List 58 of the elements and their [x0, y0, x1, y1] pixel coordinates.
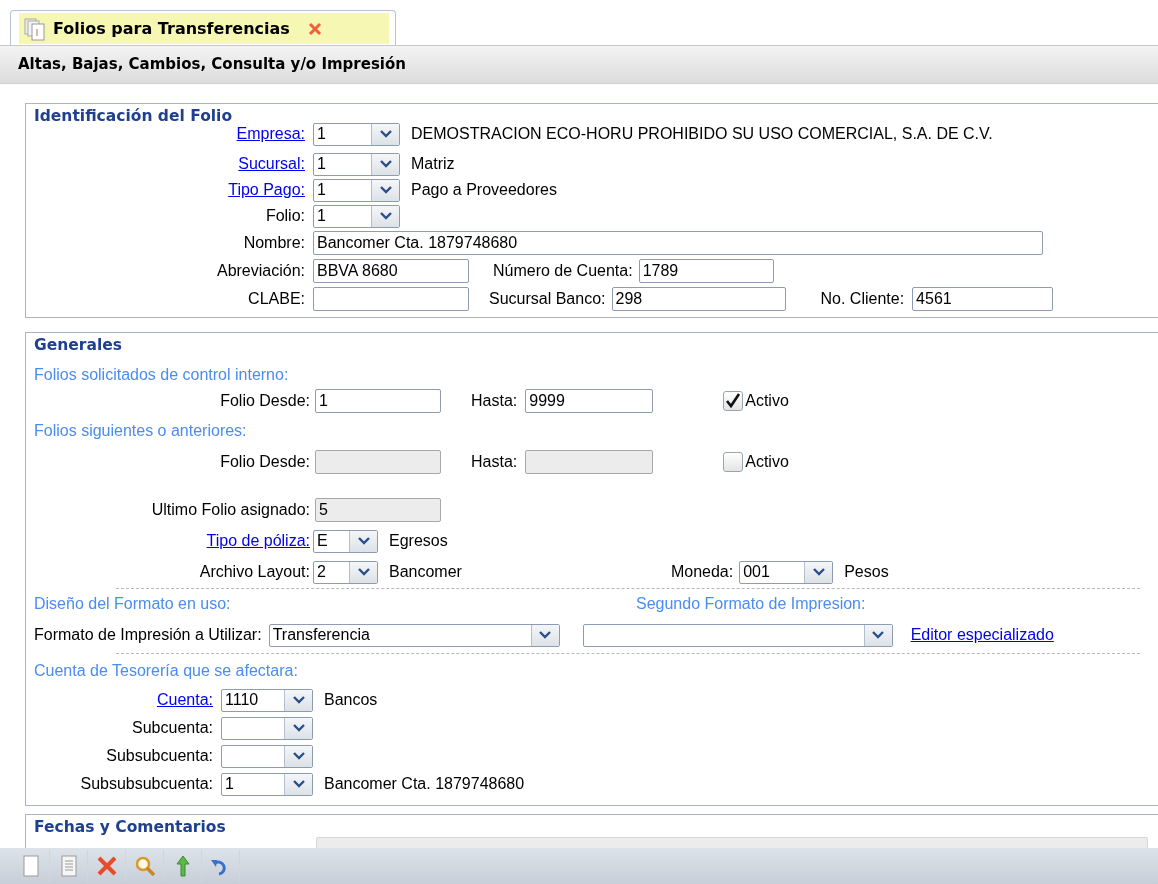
field-value: Matriz [411, 154, 455, 174]
combo-box[interactable]: 1 [221, 772, 313, 796]
field-link[interactable]: Cuenta: [26, 688, 213, 712]
field-value: Egresos [389, 531, 448, 551]
field-link[interactable]: Tipo Pago: [26, 178, 305, 202]
input-field[interactable]: 1 [315, 389, 441, 413]
input-field[interactable]: 298 [611, 287, 786, 311]
field-value: Pago a Proveedores [411, 180, 557, 200]
section-heading: Diseño del Formato en uso: [33, 594, 232, 614]
field-label: Formato de Impresión a Utilizar: [34, 625, 262, 645]
field-label: No. Cliente: [820, 289, 905, 309]
tab-title: Folios para Transferencias [53, 17, 290, 40]
input-field[interactable]: BBVA 8680 [313, 259, 469, 283]
field-link[interactable]: Sucursal: [26, 152, 305, 176]
editor-link[interactable]: Editor especializado [910, 623, 1054, 647]
field-label: Nombre: [242, 233, 305, 253]
field-value: Bancos [324, 690, 378, 710]
field-label: Sucursal Banco: [489, 289, 606, 309]
field-label: Archivo Layout: [198, 562, 310, 582]
input-field[interactable]: 1789 [638, 259, 774, 283]
combo-box[interactable]: 1 [313, 122, 400, 146]
combo-box[interactable]: E [313, 529, 378, 553]
combo-box[interactable]: 1110 [221, 688, 313, 712]
field-value: Bancomer [389, 562, 462, 582]
field-label: Subsubsubcuenta: [79, 774, 213, 794]
field-value: Bancomer Cta. 1879748680 [324, 774, 525, 794]
field-link[interactable]: Tipo de póliza: [26, 529, 310, 553]
field-label: Subcuenta: [131, 718, 213, 738]
field-label: Folio Desde: [219, 391, 310, 411]
section-heading: Cuenta de Tesorería que se afectara: [33, 661, 299, 681]
field-value: Pesos [844, 562, 889, 582]
section-heading: Folios solicitados de control interno: [33, 365, 290, 385]
form-subtitle: Altas, Bajas, Cambios, Consulta y/o Impresión [18, 54, 406, 76]
field-label: Ultimo Folio asignado: [150, 500, 310, 520]
field-label: Número de Cuenta: [493, 261, 633, 281]
checkbox-label: Activo [745, 391, 789, 411]
field-label: Folio Desde: [219, 452, 310, 472]
field-label: Abreviación: [215, 261, 305, 281]
combo-box[interactable]: 1 [313, 152, 400, 176]
field-value: DEMOSTRACION ECO-HORU PROHIBIDO SU USO COMERCIAL, S.A. DE C.V. [411, 124, 993, 144]
section-heading: Folios siguientes o anteriores: [33, 421, 248, 441]
field-label: Subsubcuenta: [105, 746, 213, 766]
section-heading: Segundo Formato de Impresion: [636, 594, 866, 614]
field-label: Folio: [264, 206, 305, 226]
input-field[interactable]: 4561 [912, 287, 1054, 311]
combo-box[interactable]: Transferencia [268, 623, 560, 647]
checkbox-label: Activo [745, 452, 789, 472]
field-label: CLABE: [247, 289, 305, 309]
input-field[interactable]: 9999 [525, 389, 654, 413]
combo-box[interactable]: 1 [313, 204, 400, 228]
combo-box[interactable]: 1 [313, 178, 400, 202]
input-field[interactable]: Bancomer Cta. 1879748680 [313, 231, 1043, 255]
field-label: Hasta: [471, 391, 518, 411]
field-label: Hasta: [471, 452, 518, 472]
field-label: Moneda: [670, 562, 734, 582]
tab[interactable]: Folios para Transferencias [10, 10, 396, 45]
combo-box[interactable]: 001 [739, 560, 834, 584]
combo-box[interactable]: 2 [313, 560, 378, 584]
